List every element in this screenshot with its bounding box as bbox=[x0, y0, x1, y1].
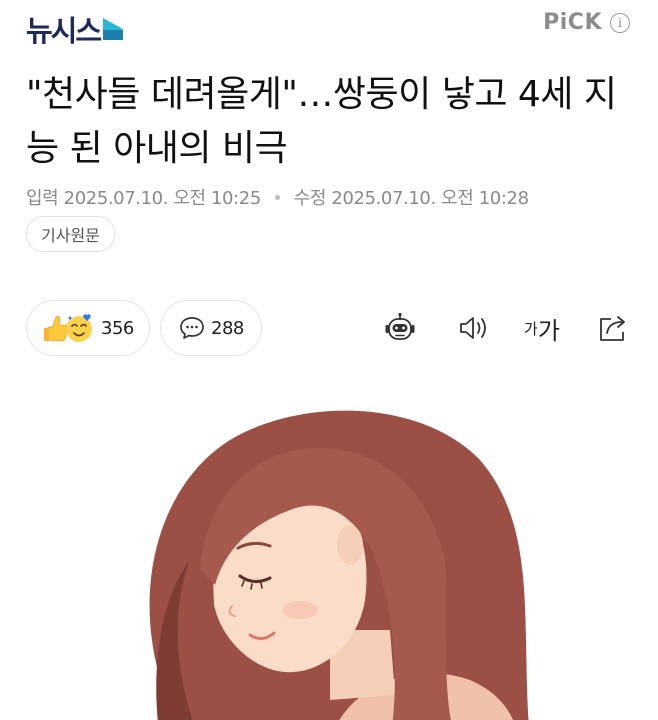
published-time: 2025.07.10. 오전 10:25 bbox=[63, 188, 262, 209]
published-label: 입력 bbox=[26, 188, 59, 209]
reaction-count: 356 bbox=[101, 317, 134, 339]
share-button[interactable] bbox=[595, 310, 631, 346]
article-title: "천사들 데려올게"…쌍둥이 낳고 4세 지능 된 아내의 비극 bbox=[26, 74, 617, 169]
logo-mark-icon bbox=[103, 18, 124, 40]
header: 뉴시스 PiCK i bbox=[0, 0, 658, 50]
meta-separator: • bbox=[272, 188, 283, 209]
share-icon bbox=[600, 316, 625, 341]
pick-label: PiCK bbox=[543, 10, 602, 35]
robot-summary-icon bbox=[385, 312, 415, 340]
source-article-button[interactable]: 기사원문 bbox=[26, 216, 115, 252]
info-icon[interactable]: i bbox=[610, 12, 630, 33]
reaction-emoji-icon bbox=[44, 314, 92, 342]
reaction-button[interactable]: 356 bbox=[26, 300, 150, 356]
comment-button[interactable]: 288 bbox=[160, 300, 262, 356]
comment-count: 288 bbox=[211, 317, 244, 339]
updated-time: 2025.07.10. 오전 10:28 bbox=[331, 188, 529, 209]
font-size-button[interactable]: 가 가 bbox=[522, 310, 562, 346]
summary-button[interactable] bbox=[384, 310, 416, 346]
logo-text: 뉴시스 bbox=[26, 14, 102, 48]
pick-area: PiCK i bbox=[543, 10, 630, 35]
updated-label: 수정 bbox=[293, 188, 327, 209]
speech-bubble-icon bbox=[180, 317, 204, 339]
speaker-icon bbox=[460, 317, 486, 339]
article-meta: 입력 2025.07.10. 오전 10:25 • 수정 2025.07.10.… bbox=[26, 184, 529, 210]
font-size-small-glyph: 가 bbox=[524, 319, 538, 338]
tts-button[interactable] bbox=[456, 310, 492, 346]
article-illustration bbox=[149, 410, 529, 720]
font-size-big-glyph: 가 bbox=[537, 316, 560, 345]
press-logo[interactable]: 뉴시스 bbox=[26, 8, 124, 50]
